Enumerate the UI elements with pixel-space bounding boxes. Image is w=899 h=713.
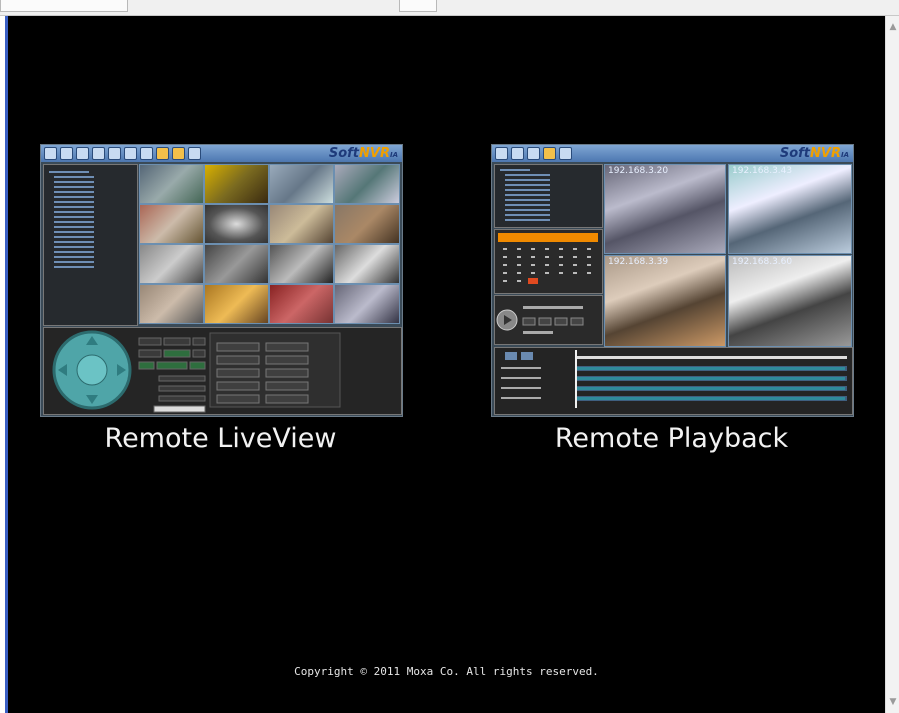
toolbar-field-left[interactable] xyxy=(0,0,128,12)
remote-liveview-caption[interactable]: Remote LiveView xyxy=(40,423,401,454)
playback-cam-4: 192.168.3.60 xyxy=(728,255,852,347)
browser-toolbar xyxy=(0,0,899,16)
timeline-tracks xyxy=(501,350,847,408)
playback-device-lines xyxy=(500,169,550,221)
playback-cam-1: 192.168.3.20 xyxy=(604,164,726,254)
left-frame-border xyxy=(0,16,8,713)
ptz-control-panel xyxy=(43,327,402,415)
scroll-down-icon[interactable]: ▼ xyxy=(887,695,899,709)
playback-cam-2: 192.168.3.43 xyxy=(728,164,852,254)
toolbar-field-middle[interactable] xyxy=(399,0,437,12)
device-list-panel xyxy=(43,164,138,326)
ptz-controls xyxy=(52,330,341,413)
liveview-thumbnail[interactable]: SoftNVRIA xyxy=(40,144,403,417)
softnvr-logo: SoftNVRIA xyxy=(328,146,398,161)
vertical-scrollbar[interactable]: ▲ ▼ xyxy=(885,16,899,713)
playback-timeline xyxy=(494,347,853,415)
playback-cam-3: 192.168.3.39 xyxy=(604,255,726,347)
playback-calendar xyxy=(494,229,603,294)
page-content: SoftNVRIA Remote LiveView SoftNVRIA 192.… xyxy=(8,16,885,713)
scroll-up-icon[interactable]: ▲ xyxy=(887,20,899,34)
playback-time-control xyxy=(494,295,603,345)
playback-toolbar: SoftNVRIA xyxy=(492,145,853,162)
softnvr-logo-playback: SoftNVRIA xyxy=(779,146,849,161)
playback-buttons xyxy=(496,306,584,334)
liveview-toolbar: SoftNVRIA xyxy=(41,145,402,162)
copyright-footer: Copyright © 2011 Moxa Co. All rights res… xyxy=(294,665,599,678)
playback-thumbnail[interactable]: SoftNVRIA 192.168.3.20 192.168.3.43 192.… xyxy=(491,144,854,417)
remote-playback-caption[interactable]: Remote Playback xyxy=(491,423,852,454)
device-list-lines xyxy=(49,171,94,268)
playback-device-list xyxy=(494,164,603,228)
